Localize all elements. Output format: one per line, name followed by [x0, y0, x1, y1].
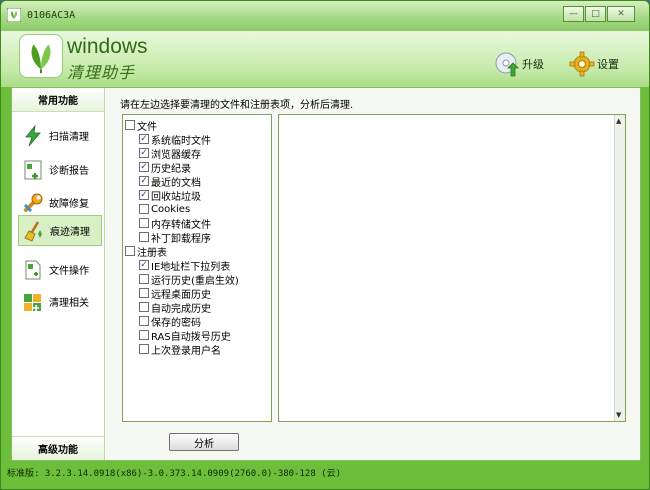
sidebar-footer[interactable]: 高级功能: [12, 436, 104, 460]
analyze-button[interactable]: 分析: [169, 433, 239, 451]
checkbox[interactable]: [139, 344, 149, 354]
upgrade-label: 升级: [522, 58, 544, 71]
sidebar-item-label: 痕迹清理: [50, 227, 90, 238]
tree-item[interactable]: 保存的密码: [139, 314, 201, 329]
tree-item[interactable]: 远程桌面历史: [139, 286, 211, 301]
checkbox[interactable]: [139, 190, 149, 200]
wrench-icon: [23, 193, 43, 212]
tree-item[interactable]: Cookies: [139, 202, 190, 216]
title-bar[interactable]: 0106AC3A — □ ✕: [1, 1, 649, 31]
brand-name-cn: 清理助手: [67, 63, 136, 82]
brand-logo-icon: [19, 34, 63, 78]
maximize-button[interactable]: □: [585, 6, 606, 22]
sidebar-item-scan[interactable]: 扫描清理: [18, 120, 102, 151]
vertical-scrollbar[interactable]: ▲ ▼: [614, 115, 625, 421]
checkbox[interactable]: [139, 218, 149, 228]
instruction-text: 请在左边选择要清理的文件和注册表项，分析后清理.: [120, 100, 354, 111]
sidebar-header: 常用功能: [12, 88, 104, 112]
checkbox[interactable]: [139, 148, 149, 158]
content-area: 请在左边选择要清理的文件和注册表项，分析后清理. 文件 系统临时文件 浏览器缓存…: [106, 88, 640, 460]
checkbox[interactable]: [139, 204, 149, 214]
sidebar-item-clean-related[interactable]: 清理相关: [18, 286, 102, 317]
file-icon: [25, 260, 41, 279]
upgrade-disc-icon: [495, 52, 519, 77]
tree-item[interactable]: 运行历史(重启生效): [139, 272, 239, 287]
sidebar-item-label: 故障修复: [49, 199, 89, 210]
main-panel: 常用功能 扫描清理 诊断报告 故障修复 痕迹清理 文件操作 清理相关 高级功能 …: [11, 87, 641, 461]
checkbox[interactable]: [139, 134, 149, 144]
tree-item-registry[interactable]: 注册表: [125, 244, 167, 259]
checkbox[interactable]: [139, 260, 149, 270]
checkbox[interactable]: [125, 120, 135, 130]
status-bar: 标准版: 3.2.3.14.0918(x86)-3.0.373.14.0909(…: [7, 463, 643, 481]
checkbox[interactable]: [139, 232, 149, 242]
sidebar-item-label: 文件操作: [49, 266, 89, 277]
tree-item[interactable]: RAS自动拨号历史: [139, 328, 231, 343]
app-logo-icon: [7, 8, 21, 22]
settings-label: 设置: [597, 58, 619, 71]
sidebar-item-repair[interactable]: 故障修复: [18, 187, 102, 218]
minimize-button[interactable]: —: [563, 6, 584, 22]
close-button[interactable]: ✕: [607, 6, 635, 22]
window-controls: — □ ✕: [562, 6, 635, 22]
tree-item[interactable]: 系统临时文件: [139, 132, 211, 147]
report-icon: [24, 160, 42, 179]
sidebar: 常用功能 扫描清理 诊断报告 故障修复 痕迹清理 文件操作 清理相关 高级功能: [12, 88, 105, 460]
sidebar-item-label: 清理相关: [49, 298, 89, 309]
checkbox[interactable]: [139, 176, 149, 186]
lightning-icon: [25, 124, 41, 146]
sidebar-item-label: 扫描清理: [49, 132, 89, 143]
checkbox[interactable]: [139, 330, 149, 340]
tree-item[interactable]: 最近的文档: [139, 174, 201, 189]
puzzle-icon: [24, 293, 41, 311]
tree-item[interactable]: 上次登录用户名: [139, 342, 221, 357]
header-banner: windows 清理助手 升级 设置: [1, 31, 649, 87]
tree-item[interactable]: 浏览器缓存: [139, 146, 201, 161]
checkbox[interactable]: [139, 162, 149, 172]
checkbox[interactable]: [139, 288, 149, 298]
version-text: 标准版: 3.2.3.14.0918(x86)-3.0.373.14.0909(…: [7, 468, 342, 479]
tree-item[interactable]: 历史纪录: [139, 160, 191, 175]
scroll-down-icon[interactable]: ▼: [616, 411, 621, 419]
clean-item-tree: 文件 系统临时文件 浏览器缓存 历史纪录 最近的文档 回收站垃圾: [122, 114, 272, 422]
analysis-result-panel[interactable]: ▲ ▼: [278, 114, 626, 422]
upgrade-button[interactable]: 升级: [494, 51, 544, 77]
tree-item-files[interactable]: 文件: [125, 118, 157, 133]
tree-item[interactable]: IE地址栏下拉列表: [139, 258, 230, 273]
checkbox[interactable]: [125, 246, 135, 256]
app-window: 0106AC3A — □ ✕ windows 清理助手 升级 设置 常用功能 扫…: [0, 0, 650, 490]
sidebar-item-file-ops[interactable]: 文件操作: [18, 254, 102, 285]
checkbox[interactable]: [139, 302, 149, 312]
tree-item[interactable]: 补丁卸载程序: [139, 230, 211, 245]
sidebar-item-trace-clean[interactable]: 痕迹清理: [18, 215, 102, 246]
settings-button[interactable]: 设置: [569, 51, 619, 77]
checkbox[interactable]: [139, 316, 149, 326]
tree-item[interactable]: 自动完成历史: [139, 300, 211, 315]
sidebar-item-diagnose[interactable]: 诊断报告: [18, 154, 102, 185]
tree-item[interactable]: 内存转储文件: [139, 216, 211, 231]
broom-icon: [24, 220, 42, 242]
scroll-up-icon[interactable]: ▲: [616, 117, 621, 125]
gear-icon: [569, 51, 595, 77]
sidebar-item-label: 诊断报告: [49, 166, 89, 177]
checkbox[interactable]: [139, 274, 149, 284]
brand-name-en: windows: [67, 35, 148, 58]
tree-item[interactable]: 回收站垃圾: [139, 188, 201, 203]
window-title: 0106AC3A: [27, 10, 76, 21]
